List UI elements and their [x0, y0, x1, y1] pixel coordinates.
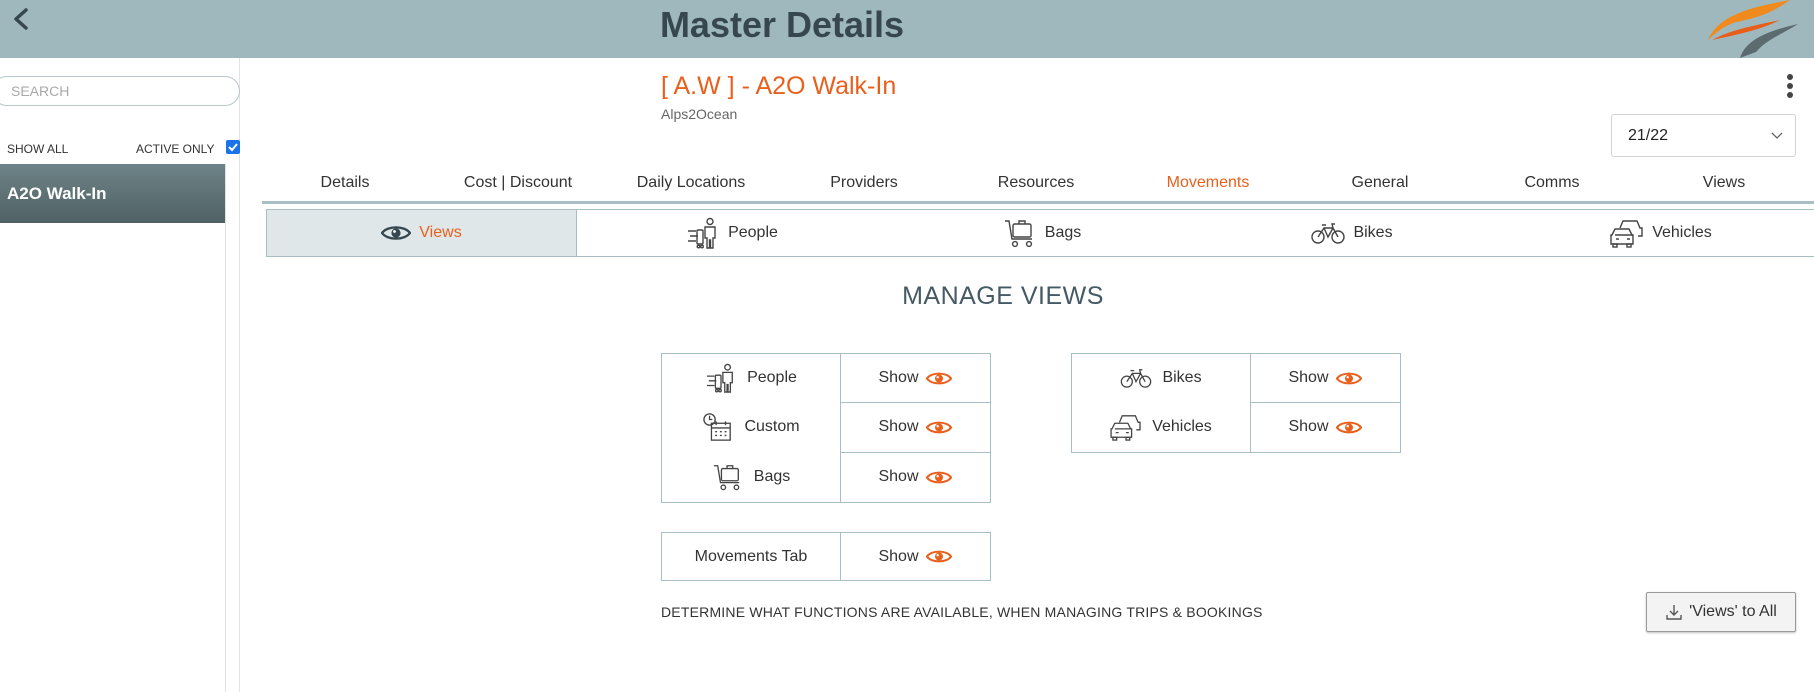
people-icon: [705, 363, 737, 393]
eye-icon: [926, 548, 952, 565]
download-icon: [1666, 605, 1682, 620]
chevron-down-icon: [1771, 132, 1783, 139]
active-only-label: ACTIVE ONLY: [136, 142, 215, 156]
show-custom-button[interactable]: Show: [840, 402, 990, 452]
more-options-button[interactable]: [1780, 74, 1800, 104]
brand-logo: [1700, 0, 1800, 58]
view-row-bikes: Bikes: [1072, 354, 1250, 402]
views-grid-right: Bikes Show Vehicles Show: [1071, 353, 1401, 453]
sidebar-item-label: A2O Walk-In: [7, 184, 107, 203]
sidebar-item-a2o-walk-in[interactable]: A2O Walk-In: [0, 164, 225, 223]
view-row-people: People: [662, 354, 840, 402]
active-only-checkbox[interactable]: [226, 140, 240, 154]
eye-icon: [1336, 419, 1362, 436]
tab-movements[interactable]: Movements: [1167, 174, 1250, 192]
subtab-people[interactable]: People: [577, 210, 887, 256]
tab-comms[interactable]: Comms: [1524, 174, 1579, 192]
kebab-icon: [1787, 74, 1793, 80]
record-subtitle: Alps2Ocean: [661, 106, 738, 122]
view-row-movements-tab: Movements Tab: [694, 547, 808, 565]
show-vehicles-button[interactable]: Show: [1250, 402, 1400, 452]
sidebar: SHOW ALL ACTIVE ONLY A2O Walk-In: [0, 58, 240, 692]
subtab-vehicles[interactable]: Vehicles: [1507, 210, 1814, 256]
eye-icon: [926, 370, 952, 387]
views-grid-movements: Movements Tab Show: [661, 532, 991, 581]
tab-details[interactable]: Details: [321, 174, 370, 192]
tab-cost-discount[interactable]: Cost | Discount: [464, 174, 572, 192]
luggage-cart-icon: [1003, 217, 1037, 249]
apply-views-to-all-button[interactable]: 'Views' to All: [1646, 592, 1796, 632]
tab-providers[interactable]: Providers: [830, 174, 898, 192]
tab-resources[interactable]: Resources: [998, 174, 1074, 192]
people-icon: [686, 217, 720, 249]
sub-tabs: Views People Bags Bikes Vehicles: [266, 209, 1814, 257]
eye-icon: [1336, 370, 1362, 387]
views-help-text: DETERMINE WHAT FUNCTIONS ARE AVAILABLE, …: [661, 604, 1263, 620]
luggage-cart-icon: [712, 462, 744, 492]
view-row-bags: Bags: [662, 452, 840, 502]
show-bikes-button[interactable]: Show: [1250, 354, 1400, 402]
show-people-button[interactable]: Show: [840, 354, 990, 402]
main-tabs: Details Cost | Discount Daily Locations …: [262, 170, 1814, 204]
calendar-clock-icon: [702, 412, 734, 442]
vehicle-icon: [1110, 413, 1142, 441]
season-value: 21/22: [1628, 127, 1669, 144]
bike-icon: [1311, 221, 1345, 245]
search-input[interactable]: [0, 76, 240, 106]
tab-daily-locations[interactable]: Daily Locations: [637, 174, 746, 192]
views-grid-left: People Show Custom Show Bags Show: [661, 353, 991, 503]
tab-general[interactable]: General: [1352, 174, 1409, 192]
sidebar-scrollbar[interactable]: [225, 164, 240, 692]
vehicle-icon: [1610, 218, 1644, 248]
show-bags-button[interactable]: Show: [840, 452, 990, 502]
eye-icon: [381, 223, 411, 243]
eye-icon: [926, 419, 952, 436]
view-row-custom: Custom: [662, 402, 840, 452]
subtab-views[interactable]: Views: [267, 210, 577, 256]
season-select[interactable]: 21/22: [1611, 114, 1796, 157]
bike-icon: [1120, 367, 1152, 389]
view-row-vehicles: Vehicles: [1072, 402, 1250, 452]
check-icon: [228, 143, 238, 152]
section-title: MANAGE VIEWS: [902, 282, 1104, 310]
subtab-bikes[interactable]: Bikes: [1197, 210, 1507, 256]
app-header: Master Details: [0, 0, 1814, 58]
show-movements-tab-button[interactable]: Show: [840, 533, 990, 580]
page-title: Master Details: [659, 4, 905, 45]
subtab-bags[interactable]: Bags: [887, 210, 1197, 256]
eye-icon: [926, 469, 952, 486]
show-all-link[interactable]: SHOW ALL: [7, 142, 68, 156]
record-title: [ A.W ] - A2O Walk-In: [661, 72, 897, 100]
tab-views[interactable]: Views: [1703, 174, 1745, 192]
